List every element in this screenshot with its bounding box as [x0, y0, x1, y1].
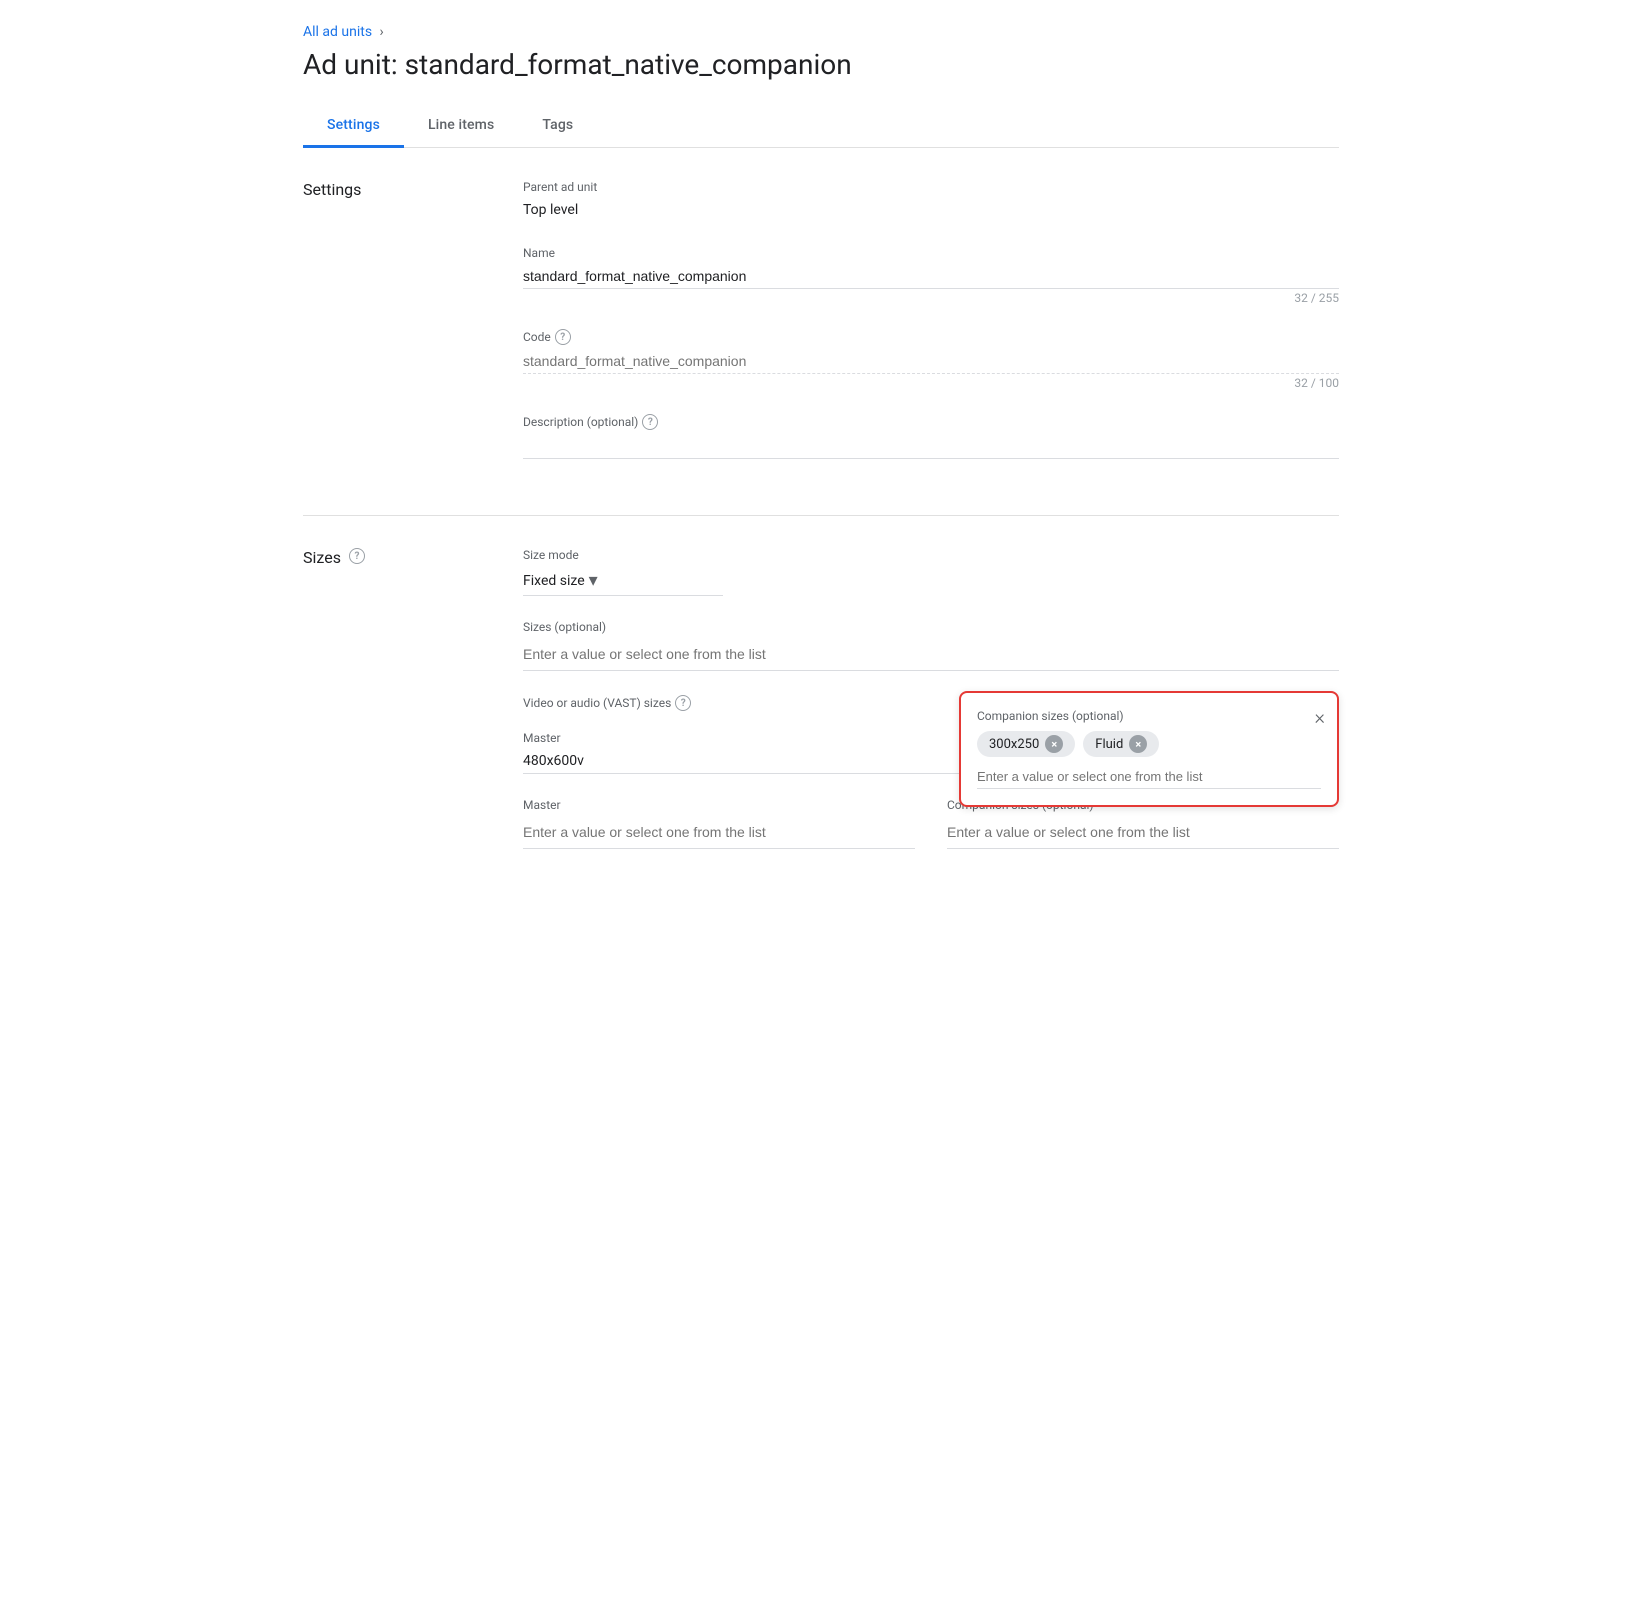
second-master-input[interactable]	[523, 816, 915, 849]
code-help-icon[interactable]: ?	[555, 329, 571, 345]
sizes-section: Sizes ? Size mode Fixed size ▾ Sizes (op…	[303, 516, 1339, 881]
page-title: Ad unit: standard_format_native_companio…	[303, 48, 1339, 81]
description-input[interactable]	[523, 434, 1339, 459]
sizes-optional-input[interactable]	[523, 638, 1339, 671]
settings-section-label: Settings	[303, 180, 523, 483]
companion-popup-title: Companion sizes (optional)	[977, 709, 1321, 723]
companion-tag-300x250-remove[interactable]: ×	[1045, 735, 1063, 753]
description-help-icon[interactable]: ?	[642, 414, 658, 430]
companion-tag-300x250: 300x250 ×	[977, 731, 1075, 757]
second-master-col: Master	[523, 798, 915, 849]
tab-line-items[interactable]: Line items	[404, 105, 518, 148]
size-mode-dropdown[interactable]: Fixed size ▾	[523, 566, 723, 596]
companion-tags: 300x250 × Fluid ×	[977, 731, 1321, 757]
parent-ad-unit-group: Parent ad unit Top level	[523, 180, 1339, 222]
code-char-count: 32 / 100	[523, 376, 1339, 390]
code-input[interactable]	[523, 349, 1339, 374]
companion-popup: Companion sizes (optional) 300x250 × Flu…	[959, 691, 1339, 807]
companion-tag-fluid: Fluid ×	[1083, 731, 1159, 757]
sizes-optional-label: Sizes (optional)	[523, 620, 1339, 634]
size-mode-group: Size mode Fixed size ▾	[523, 548, 1339, 596]
settings-section: Settings Parent ad unit Top level Name 3…	[303, 148, 1339, 516]
breadcrumb-link[interactable]: All ad units	[303, 24, 372, 40]
companion-tag-fluid-value: Fluid	[1095, 737, 1123, 752]
second-companion-input[interactable]	[947, 816, 1339, 849]
settings-content: Parent ad unit Top level Name 32 / 255 C…	[523, 180, 1339, 483]
sizes-content: Size mode Fixed size ▾ Sizes (optional) …	[523, 548, 1339, 849]
parent-ad-unit-label: Parent ad unit	[523, 180, 1339, 194]
breadcrumb-chevron-icon: ›	[380, 24, 384, 40]
description-group: Description (optional) ?	[523, 414, 1339, 459]
vast-help-icon[interactable]: ?	[675, 695, 691, 711]
popup-close-button[interactable]: ×	[1315, 705, 1325, 729]
companion-tag-fluid-remove[interactable]: ×	[1129, 735, 1147, 753]
breadcrumb: All ad units ›	[303, 24, 1339, 40]
name-input[interactable]	[523, 264, 1339, 289]
size-mode-label: Size mode	[523, 548, 1339, 562]
second-master-label: Master	[523, 798, 915, 812]
tabs-bar: Settings Line items Tags	[303, 105, 1339, 148]
companion-input[interactable]	[977, 765, 1321, 789]
name-group: Name 32 / 255	[523, 246, 1339, 305]
size-mode-value: Fixed size	[523, 573, 585, 589]
sizes-help-icon[interactable]: ?	[349, 548, 365, 564]
master-row: Master 480x600v Companion sizes (optiona…	[523, 731, 1339, 774]
parent-ad-unit-value: Top level	[523, 198, 1339, 222]
code-group: Code ? 32 / 100	[523, 329, 1339, 390]
name-char-count: 32 / 255	[523, 291, 1339, 305]
sizes-optional-group: Sizes (optional)	[523, 620, 1339, 671]
sizes-section-label: Sizes ?	[303, 548, 523, 849]
dropdown-arrow-icon: ▾	[589, 570, 598, 591]
description-label: Description (optional) ?	[523, 414, 1339, 430]
code-label: Code ?	[523, 329, 1339, 345]
tab-tags[interactable]: Tags	[518, 105, 597, 148]
companion-tag-300x250-value: 300x250	[989, 737, 1039, 752]
tab-settings[interactable]: Settings	[303, 105, 404, 148]
name-label: Name	[523, 246, 1339, 260]
